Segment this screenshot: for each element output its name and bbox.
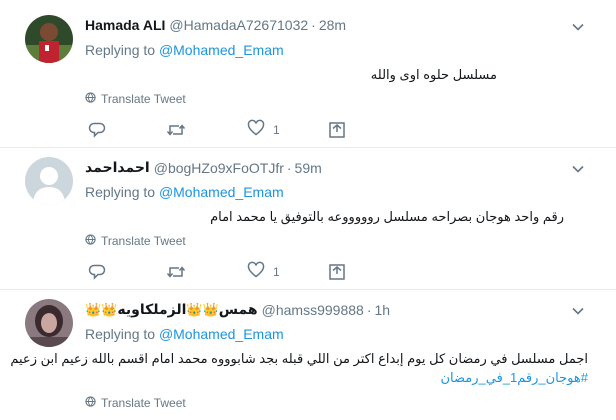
user-handle[interactable]: @bogHZo9xFoOTJfr	[154, 160, 284, 176]
direct-message-icon[interactable]	[328, 120, 346, 140]
avatar[interactable]	[25, 299, 73, 347]
chevron-down-icon[interactable]	[570, 19, 586, 35]
reply-icon[interactable]	[88, 120, 106, 140]
mention-link[interactable]: @Mohamed_Emam	[159, 42, 284, 58]
replying-to: Replying to @Mohamed_Emam	[85, 42, 284, 58]
direct-message-icon[interactable]	[328, 262, 346, 282]
translate-label: Translate Tweet	[101, 396, 186, 410]
chevron-down-icon[interactable]	[570, 303, 586, 319]
replying-to: Replying to @Mohamed_Emam	[85, 326, 284, 342]
timestamp[interactable]: 1h	[374, 302, 390, 318]
timestamp[interactable]: 28m	[319, 17, 346, 33]
tweet-header: 👑👑 همس👑👑الزملكاويه @hamss999888 · 1h	[85, 301, 390, 318]
retweet-icon[interactable]	[165, 262, 187, 282]
hashtag-link[interactable]: #هوجان_رقم1_في_رمضان	[440, 370, 588, 386]
reply-icon[interactable]	[88, 262, 106, 282]
replying-prefix: Replying to	[85, 184, 156, 200]
like-count: 1	[273, 123, 280, 137]
separator-dot: ·	[286, 159, 292, 176]
avatar[interactable]	[25, 15, 73, 63]
tweet-text: اجمل مسلسل في رمضان كل يوم إبداع اكتر من…	[10, 351, 588, 366]
like-button[interactable]: 1	[247, 119, 280, 142]
like-count: 1	[273, 265, 280, 279]
display-name[interactable]: احمداحمد	[85, 159, 150, 176]
tweet-text: رقم واحد هوجان بصراحه مسلسل روووووعه بال…	[210, 209, 564, 224]
translate-label: Translate Tweet	[101, 92, 186, 106]
display-name[interactable]: 👑👑 همس👑👑الزملكاويه	[85, 301, 258, 318]
tweet-actions: 1	[85, 261, 365, 284]
display-name-suffix: الزملكاويه	[117, 301, 187, 317]
translate-tweet[interactable]: Translate Tweet	[85, 234, 186, 248]
avatar[interactable]	[25, 157, 73, 205]
separator-dot: ·	[366, 301, 372, 318]
tweet[interactable]: 👑👑 همس👑👑الزملكاويه @hamss999888 · 1h Repl…	[0, 290, 616, 420]
separator-dot: ·	[311, 17, 316, 33]
crown-icon: 👑👑	[186, 302, 219, 317]
tweet-actions: 1	[85, 119, 365, 142]
globe-icon	[85, 92, 101, 106]
replying-to: Replying to @Mohamed_Emam	[85, 184, 284, 200]
user-handle[interactable]: @HamadaA72671032	[169, 17, 308, 33]
display-name[interactable]: Hamada ALI	[85, 17, 165, 33]
user-handle[interactable]: @hamss999888	[262, 302, 364, 318]
translate-label: Translate Tweet	[101, 234, 186, 248]
mention-link[interactable]: @Mohamed_Emam	[159, 326, 284, 342]
translate-tweet[interactable]: Translate Tweet	[85, 396, 186, 410]
crown-icon: 👑👑	[85, 302, 118, 317]
display-name-core: همس	[218, 301, 258, 317]
heart-icon	[247, 119, 265, 142]
tweet-header: Hamada ALI @HamadaA72671032 · 28m	[85, 17, 346, 33]
tweet-header: احمداحمد @bogHZo9xFoOTJfr · 59m	[85, 159, 322, 176]
timestamp[interactable]: 59m	[295, 160, 322, 176]
translate-tweet[interactable]: Translate Tweet	[85, 92, 186, 106]
chevron-down-icon[interactable]	[570, 161, 586, 177]
tweet[interactable]: احمداحمد @bogHZo9xFoOTJfr · 59m Replying…	[0, 148, 616, 290]
like-button[interactable]: 1	[247, 261, 280, 284]
mention-link[interactable]: @Mohamed_Emam	[159, 184, 284, 200]
replying-prefix: Replying to	[85, 326, 156, 342]
tweet-text: مسلسل حلوه اوى والله	[370, 67, 497, 82]
retweet-icon[interactable]	[165, 120, 187, 140]
heart-icon	[247, 261, 265, 284]
globe-icon	[85, 396, 101, 410]
globe-icon	[85, 234, 101, 248]
replying-prefix: Replying to	[85, 42, 156, 58]
tweet[interactable]: Hamada ALI @HamadaA72671032 · 28m Replyi…	[0, 0, 616, 148]
